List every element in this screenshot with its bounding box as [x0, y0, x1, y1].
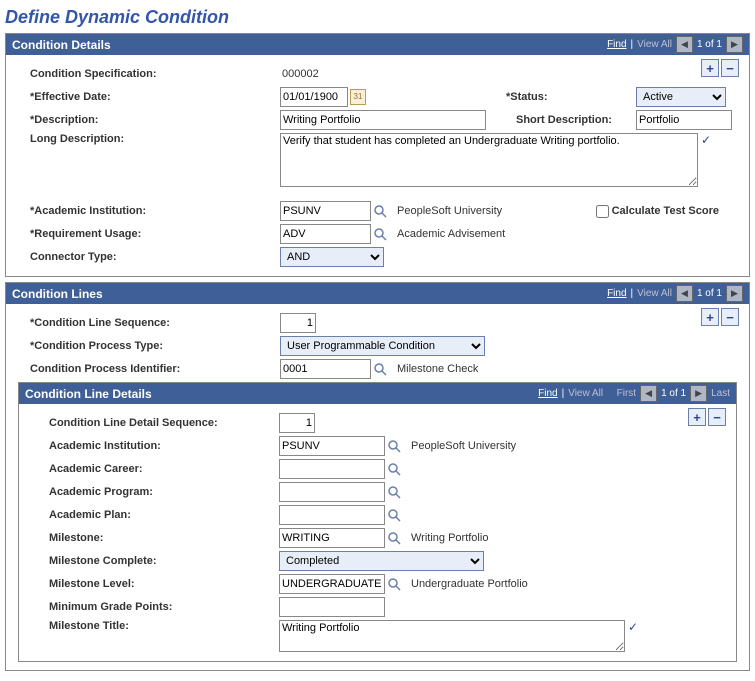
last-link[interactable]: Last	[711, 388, 730, 399]
spec-value: 000002	[280, 66, 321, 82]
condition-details-header: Condition Details Find | View All ◀ 1 of…	[6, 34, 749, 55]
spellcheck-icon[interactable]: ✓	[701, 133, 715, 147]
row-counter: 1 of 1	[661, 388, 686, 399]
condition-details-section: Condition Details Find | View All ◀ 1 of…	[5, 33, 750, 277]
add-row-button[interactable]: +	[701, 308, 719, 326]
career-input[interactable]	[279, 459, 385, 479]
long-desc-label: Long Description:	[16, 133, 180, 145]
level-input[interactable]	[279, 574, 385, 594]
calc-test-checkbox[interactable]	[596, 205, 609, 218]
view-all-link[interactable]: View All	[637, 288, 672, 299]
delete-row-button[interactable]: −	[721, 308, 739, 326]
req-usage-input[interactable]	[280, 224, 371, 244]
add-row-button[interactable]: +	[688, 408, 706, 426]
delete-row-button[interactable]: −	[721, 59, 739, 77]
section-title: Condition Details	[12, 38, 111, 52]
level-label: Milestone Level:	[29, 578, 209, 590]
next-icon[interactable]: ▶	[690, 385, 707, 402]
lookup-icon[interactable]	[373, 362, 387, 376]
spellcheck-icon[interactable]: ✓	[628, 620, 642, 634]
title-textarea[interactable]: Writing Portfolio	[279, 620, 625, 652]
status-label: Status:	[506, 91, 636, 103]
program-input[interactable]	[279, 482, 385, 502]
detail-seq-input[interactable]	[279, 413, 315, 433]
long-desc-textarea[interactable]: Verify that student has completed an Und…	[280, 133, 698, 187]
lookup-icon[interactable]	[387, 485, 401, 499]
spec-label: Condition Specification:	[16, 68, 180, 80]
condition-line-details-section: Condition Line Details Find | View All F…	[18, 382, 737, 662]
detail-seq-label: Condition Line Detail Sequence:	[29, 417, 249, 429]
title-label: Milestone Title:	[29, 620, 209, 632]
program-label: Academic Program:	[29, 486, 209, 498]
calc-test-label: Calculate Test Score	[612, 205, 719, 217]
pid-desc: Milestone Check	[397, 363, 478, 375]
find-link[interactable]: Find	[538, 388, 557, 399]
conn-type-select[interactable]: AND	[280, 247, 384, 267]
section-title: Condition Line Details	[25, 387, 152, 401]
pid-label: Condition Process Identifier:	[16, 363, 220, 375]
req-usage-desc: Academic Advisement	[397, 228, 505, 240]
view-all-link[interactable]: View All	[568, 388, 603, 399]
prev-icon[interactable]: ◀	[676, 285, 693, 302]
prev-icon[interactable]: ◀	[676, 36, 693, 53]
condition-lines-header: Condition Lines Find | View All ◀ 1 of 1…	[6, 283, 749, 304]
milestone-input[interactable]	[279, 528, 385, 548]
plan-label: Academic Plan:	[29, 509, 209, 521]
plan-input[interactable]	[279, 505, 385, 525]
desc-label: Description:	[16, 114, 180, 126]
conn-type-label: Connector Type:	[16, 251, 180, 263]
lookup-icon[interactable]	[373, 204, 387, 218]
d-inst-desc: PeopleSoft University	[411, 440, 516, 452]
prev-icon[interactable]: ◀	[640, 385, 657, 402]
career-label: Academic Career:	[29, 463, 209, 475]
find-link[interactable]: Find	[607, 39, 626, 50]
short-desc-input[interactable]	[636, 110, 732, 130]
complete-select[interactable]: Completed	[279, 551, 484, 571]
condition-line-details-header: Condition Line Details Find | View All F…	[19, 383, 736, 404]
lookup-icon[interactable]	[387, 508, 401, 522]
milestone-label: Milestone:	[29, 532, 209, 544]
inst-label: Academic Institution:	[16, 205, 180, 217]
pid-input[interactable]	[280, 359, 371, 379]
desc-input[interactable]	[280, 110, 486, 130]
first-link[interactable]: First	[617, 388, 636, 399]
section-title: Condition Lines	[12, 287, 103, 301]
eff-date-label: Effective Date:	[16, 91, 180, 103]
ptype-label: Condition Process Type:	[16, 340, 200, 352]
line-seq-input[interactable]	[280, 313, 316, 333]
page-title: Define Dynamic Condition	[5, 7, 750, 28]
condition-lines-section: Condition Lines Find | View All ◀ 1 of 1…	[5, 282, 750, 671]
line-seq-label: Condition Line Sequence:	[16, 317, 200, 329]
complete-label: Milestone Complete:	[29, 555, 209, 567]
next-icon[interactable]: ▶	[726, 36, 743, 53]
lookup-icon[interactable]	[387, 577, 401, 591]
lookup-icon[interactable]	[387, 462, 401, 476]
next-icon[interactable]: ▶	[726, 285, 743, 302]
add-row-button[interactable]: +	[701, 59, 719, 77]
row-counter: 1 of 1	[697, 288, 722, 299]
find-link[interactable]: Find	[607, 288, 626, 299]
eff-date-input[interactable]	[280, 87, 348, 107]
min-gp-input[interactable]	[279, 597, 385, 617]
inst-desc: PeopleSoft University	[397, 205, 502, 217]
lookup-icon[interactable]	[387, 439, 401, 453]
delete-row-button[interactable]: −	[708, 408, 726, 426]
min-gp-label: Minimum Grade Points:	[29, 601, 209, 613]
inst-input[interactable]	[280, 201, 371, 221]
level-desc: Undergraduate Portfolio	[411, 578, 528, 590]
short-desc-label: Short Description:	[516, 114, 636, 126]
lookup-icon[interactable]	[373, 227, 387, 241]
calendar-icon[interactable]: 31	[350, 89, 366, 105]
lookup-icon[interactable]	[387, 531, 401, 545]
view-all-link[interactable]: View All	[637, 39, 672, 50]
d-inst-label: Academic Institution:	[29, 440, 209, 452]
milestone-desc: Writing Portfolio	[411, 532, 488, 544]
row-counter: 1 of 1	[697, 39, 722, 50]
ptype-select[interactable]: User Programmable Condition	[280, 336, 485, 356]
req-usage-label: Requirement Usage:	[16, 228, 180, 240]
status-select[interactable]: Active	[636, 87, 726, 107]
d-inst-input[interactable]	[279, 436, 385, 456]
